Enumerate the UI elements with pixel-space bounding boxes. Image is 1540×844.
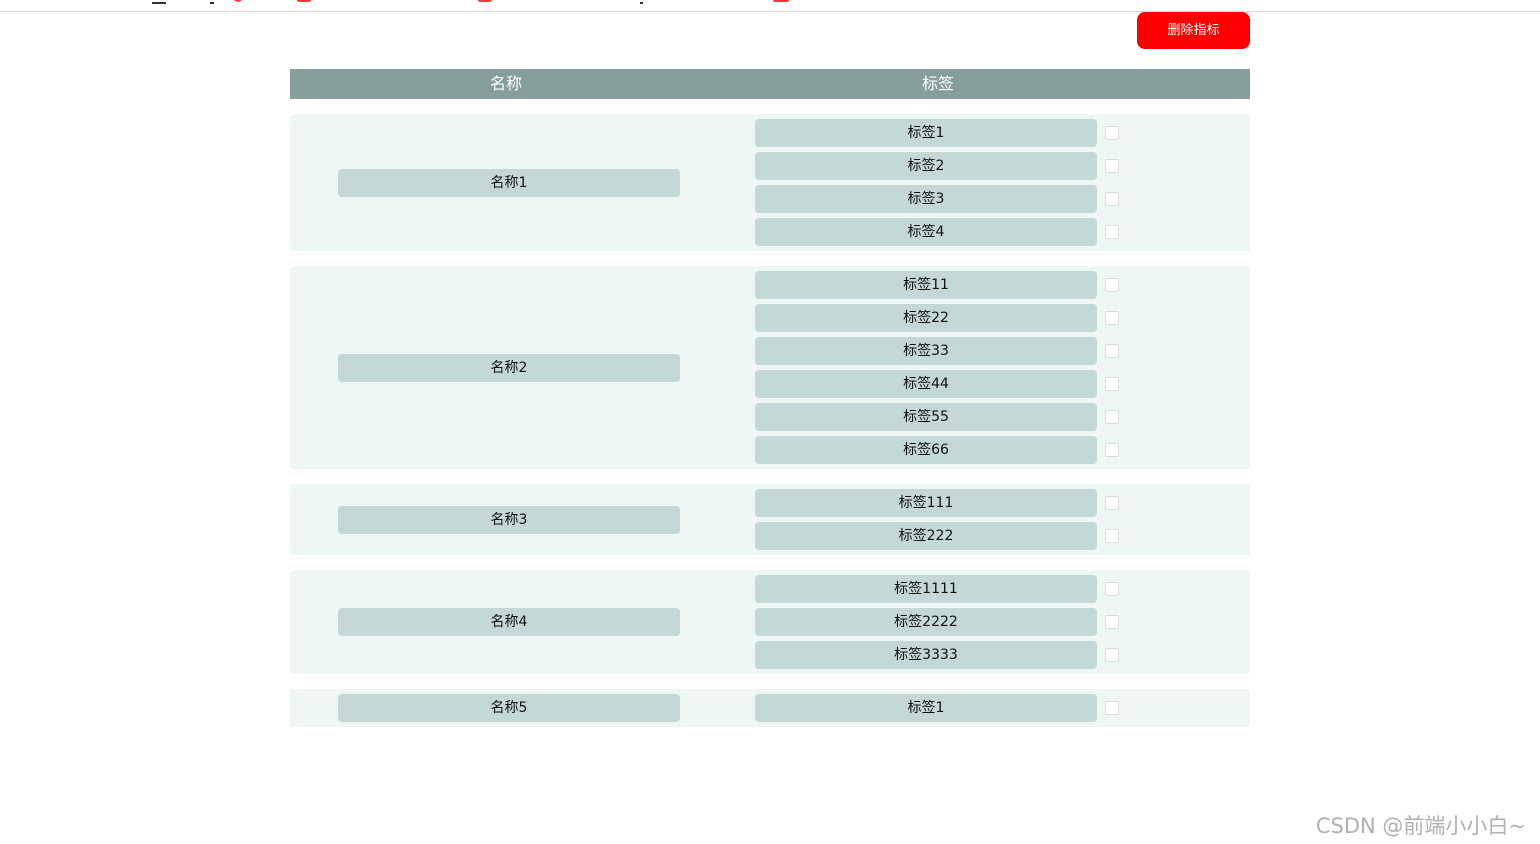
name-pill: 名称2 [338,353,680,382]
toolbar-fragment [297,0,311,2]
toolbar-fragment [152,0,166,4]
tag-row: 标签2222 [755,608,1119,636]
tag-checkbox[interactable] [1105,443,1119,457]
tag-row: 标签33 [755,337,1119,365]
tag-pill: 标签2 [755,152,1097,180]
tag-row: 标签44 [755,370,1119,398]
tag-row: 标签4 [755,218,1119,246]
tag-pill: 标签55 [755,403,1097,431]
watermark: CSDN @前端小小白~ [1315,814,1526,838]
tag-checkbox[interactable] [1105,529,1119,543]
column-header-tag: 标签 [921,74,954,93]
name-cell: 名称1 [290,168,755,197]
top-toolbar-remnant [0,0,1540,12]
table-row: 名称2 标签11 标签22 标签33 标签44 标签55 标签66 [290,266,1250,469]
tag-checkbox[interactable] [1105,377,1119,391]
tag-checkbox[interactable] [1105,344,1119,358]
name-cell: 名称3 [290,505,755,534]
name-cell: 名称2 [290,353,755,382]
table-row: 名称5 标签1 [290,689,1250,727]
tags-cell: 标签1 标签2 标签3 标签4 [755,119,1119,246]
table-row: 名称3 标签111 标签222 [290,484,1250,555]
toolbar-fragment [210,0,214,4]
tag-pill: 标签11 [755,271,1097,299]
tag-checkbox[interactable] [1105,126,1119,140]
tag-pill: 标签1 [755,119,1097,147]
tag-pill: 标签1 [755,694,1097,722]
tag-row: 标签11 [755,271,1119,299]
name-pill: 名称4 [338,608,680,636]
name-pill: 名称3 [338,505,680,534]
name-pill: 名称5 [338,694,680,722]
tag-pill: 标签22 [755,304,1097,332]
tag-pill: 标签66 [755,436,1097,464]
tag-row: 标签55 [755,403,1119,431]
table-row: 名称1 标签1 标签2 标签3 标签4 [290,114,1250,251]
tags-cell: 标签11 标签22 标签33 标签44 标签55 标签66 [755,271,1119,464]
column-header-name: 名称 [489,74,522,93]
tags-cell: 标签1 [755,694,1119,722]
toolbar-fragment [640,0,643,4]
tag-pill: 标签111 [755,489,1097,517]
tag-checkbox[interactable] [1105,278,1119,292]
tag-pill: 标签2222 [755,608,1097,636]
tag-pill: 标签4 [755,218,1097,246]
tags-cell: 标签111 标签222 [755,489,1119,550]
tag-row: 标签1111 [755,575,1119,603]
tag-checkbox[interactable] [1105,410,1119,424]
tag-row: 标签222 [755,522,1119,550]
tag-checkbox[interactable] [1105,615,1119,629]
tag-checkbox[interactable] [1105,648,1119,662]
delete-indicator-button[interactable]: 删除指标 [1137,12,1250,49]
tag-checkbox[interactable] [1105,192,1119,206]
tag-checkbox[interactable] [1105,159,1119,173]
tag-pill: 标签222 [755,522,1097,550]
tag-pill: 标签44 [755,370,1097,398]
tag-row: 标签1 [755,119,1119,147]
table-row: 名称4 标签1111 标签2222 标签3333 [290,570,1250,674]
table-body: 名称1 标签1 标签2 标签3 标签4 名称2 标签11 标签22 标签33 标签44 标签55 标签… [290,114,1250,727]
tag-row: 标签111 [755,489,1119,517]
tag-pill: 标签3333 [755,641,1097,669]
name-pill: 名称1 [338,168,680,197]
tag-row: 标签22 [755,304,1119,332]
tag-checkbox[interactable] [1105,496,1119,510]
tag-row: 标签3 [755,185,1119,213]
tag-checkbox[interactable] [1105,311,1119,325]
indicator-table: 名称 标签 名称1 标签1 标签2 标签3 标签4 名称2 标签11 标签22 标签33 标签44… [290,69,1250,727]
tag-pill: 标签3 [755,185,1097,213]
tag-row: 标签3333 [755,641,1119,669]
tag-pill: 标签33 [755,337,1097,365]
toolbar-fragment [233,0,243,2]
toolbar-fragment [773,0,789,2]
tag-row: 标签2 [755,152,1119,180]
tags-cell: 标签1111 标签2222 标签3333 [755,575,1119,669]
name-cell: 名称5 [290,694,755,722]
toolbar-fragment [478,0,492,2]
tag-checkbox[interactable] [1105,701,1119,715]
tag-checkbox[interactable] [1105,225,1119,239]
tag-row: 标签1 [755,694,1119,722]
tag-row: 标签66 [755,436,1119,464]
name-cell: 名称4 [290,608,755,636]
tag-pill: 标签1111 [755,575,1097,603]
tag-checkbox[interactable] [1105,582,1119,596]
table-header: 名称 标签 [290,69,1250,99]
